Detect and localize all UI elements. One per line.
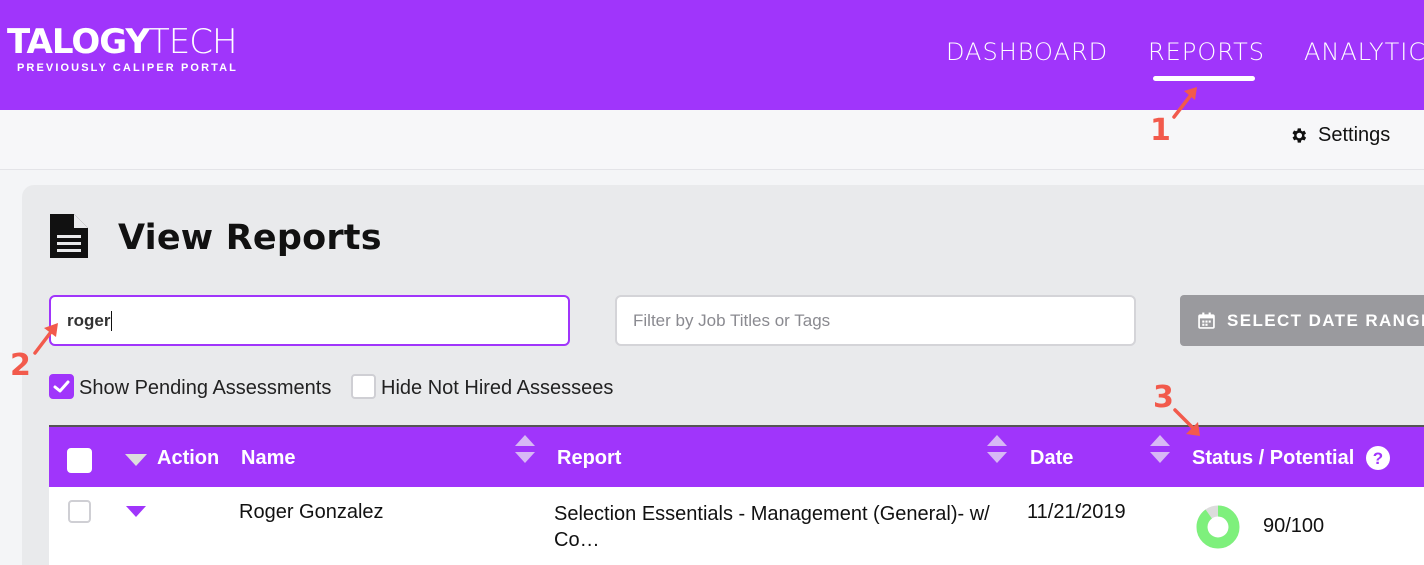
nav-reports[interactable]: REPORTS [1148, 38, 1265, 66]
row-name[interactable]: Roger Gonzalez [239, 501, 384, 524]
logo-tagline: PREVIOUSLY CALIPER PORTAL [17, 62, 238, 74]
sort-icon[interactable] [986, 435, 1008, 463]
column-header-action: Action [157, 447, 220, 469]
nav-analytics[interactable]: ANALYTIC [1304, 38, 1424, 66]
search-input-value: roger [67, 310, 111, 330]
settings-label: Settings [1318, 124, 1391, 146]
nav-dashboard[interactable]: DASHBOARD [946, 38, 1108, 66]
row-date: 11/21/2019 [1027, 501, 1126, 523]
logo-wordmark: TALOGYTECH [7, 22, 238, 62]
document-icon [50, 214, 88, 258]
column-header-name[interactable]: Name [241, 447, 295, 470]
nav-active-indicator [1153, 76, 1255, 81]
annotation-arrow-2 [33, 323, 58, 355]
row-report-line-1: Selection Essentials - Management (Gener… [554, 503, 990, 525]
help-icon[interactable]: ? [1366, 446, 1390, 470]
sort-icon[interactable] [514, 435, 536, 463]
column-header-report[interactable]: Report [557, 447, 621, 470]
hide-not-hired-label[interactable]: Hide Not Hired Assessees [381, 377, 613, 400]
gear-icon [1292, 128, 1307, 143]
show-pending-checkbox[interactable] [49, 374, 74, 399]
sub-toolbar [0, 110, 1424, 170]
show-pending-label[interactable]: Show Pending Assessments [79, 377, 331, 400]
potential-donut-chart [1196, 505, 1240, 549]
caret-down-icon[interactable] [126, 506, 146, 517]
select-all-checkbox[interactable] [67, 448, 92, 473]
column-header-status[interactable]: Status / Potential [1192, 447, 1354, 470]
settings-button[interactable]: Settings [1289, 124, 1390, 147]
table-header: Action Name Report Date Status / Potenti… [49, 425, 1424, 487]
annotation-arrow-3 [1173, 408, 1200, 436]
page-title: View Reports [118, 218, 382, 258]
annotation-label-2: 2 [10, 348, 31, 383]
annotation-arrow-1 [1172, 87, 1197, 119]
annotation-label-1: 1 [1150, 113, 1171, 148]
row-report-line-2: Co… [554, 529, 600, 551]
row-score: 90/100 [1263, 515, 1325, 537]
hide-not-hired-checkbox[interactable] [351, 374, 376, 399]
date-range-label: SELECT DATE RANGE [1227, 310, 1424, 330]
sort-icon[interactable] [1149, 435, 1171, 463]
row-report[interactable]: Selection Essentials - Management (Gener… [554, 501, 990, 553]
calendar-icon [1198, 312, 1215, 329]
caret-down-icon [125, 454, 147, 466]
brand-logo[interactable]: TALOGYTECH PREVIOUSLY CALIPER PORTAL [7, 22, 238, 74]
annotation-label-3: 3 [1153, 380, 1174, 415]
top-navigation-bar: TALOGYTECH PREVIOUSLY CALIPER PORTAL DAS… [0, 0, 1424, 110]
select-date-range-button[interactable]: SELECT DATE RANGE [1180, 295, 1424, 346]
column-header-date[interactable]: Date [1030, 447, 1073, 470]
table-row[interactable]: Roger Gonzalez Selection Essentials - Ma… [49, 487, 1424, 565]
job-title-filter-field[interactable] [615, 295, 1136, 346]
row-checkbox[interactable] [68, 500, 91, 523]
search-input[interactable]: roger [49, 295, 570, 346]
checkmark-icon [53, 380, 70, 393]
job-title-filter-input[interactable] [633, 310, 1118, 331]
text-caret [111, 310, 113, 331]
svg-text:?: ? [1373, 449, 1383, 468]
